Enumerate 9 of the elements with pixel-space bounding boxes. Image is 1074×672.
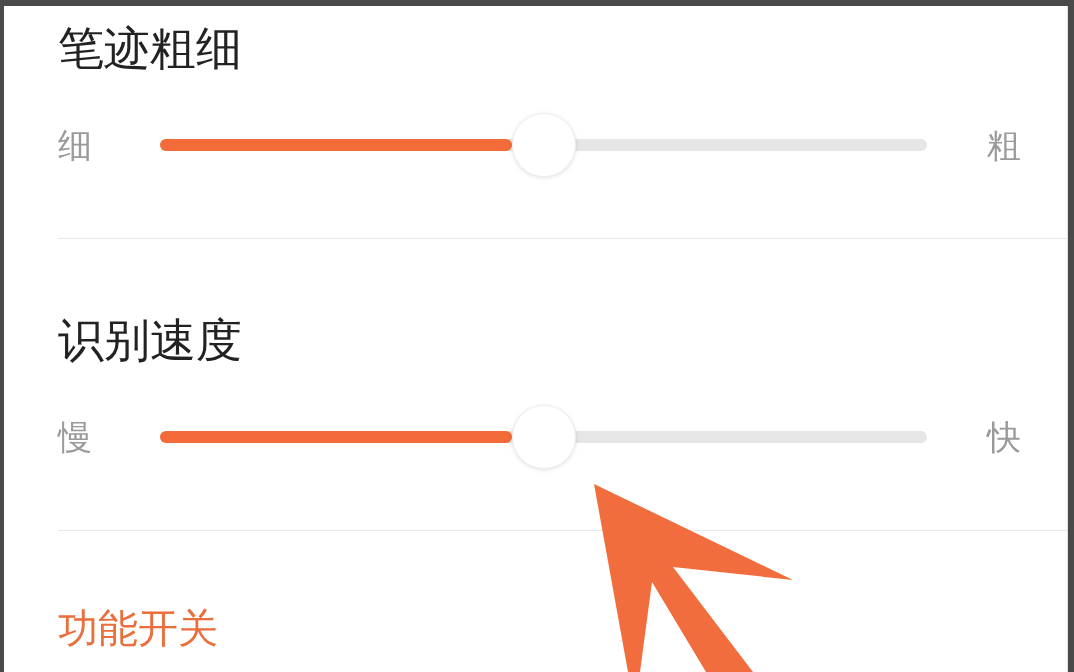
section-header: 功能开关 <box>58 604 218 653</box>
slider-thumb[interactable] <box>511 113 576 177</box>
section-title: 识别速度 <box>58 312 242 368</box>
slider-min-label: 慢 <box>58 416 92 458</box>
slider-min-label: 细 <box>58 124 92 166</box>
slider-thumb[interactable] <box>511 405 576 469</box>
slider-max-label: 粗 <box>987 124 1021 166</box>
section-title: 笔迹粗细 <box>58 20 242 76</box>
slider-max-label: 快 <box>987 416 1021 458</box>
